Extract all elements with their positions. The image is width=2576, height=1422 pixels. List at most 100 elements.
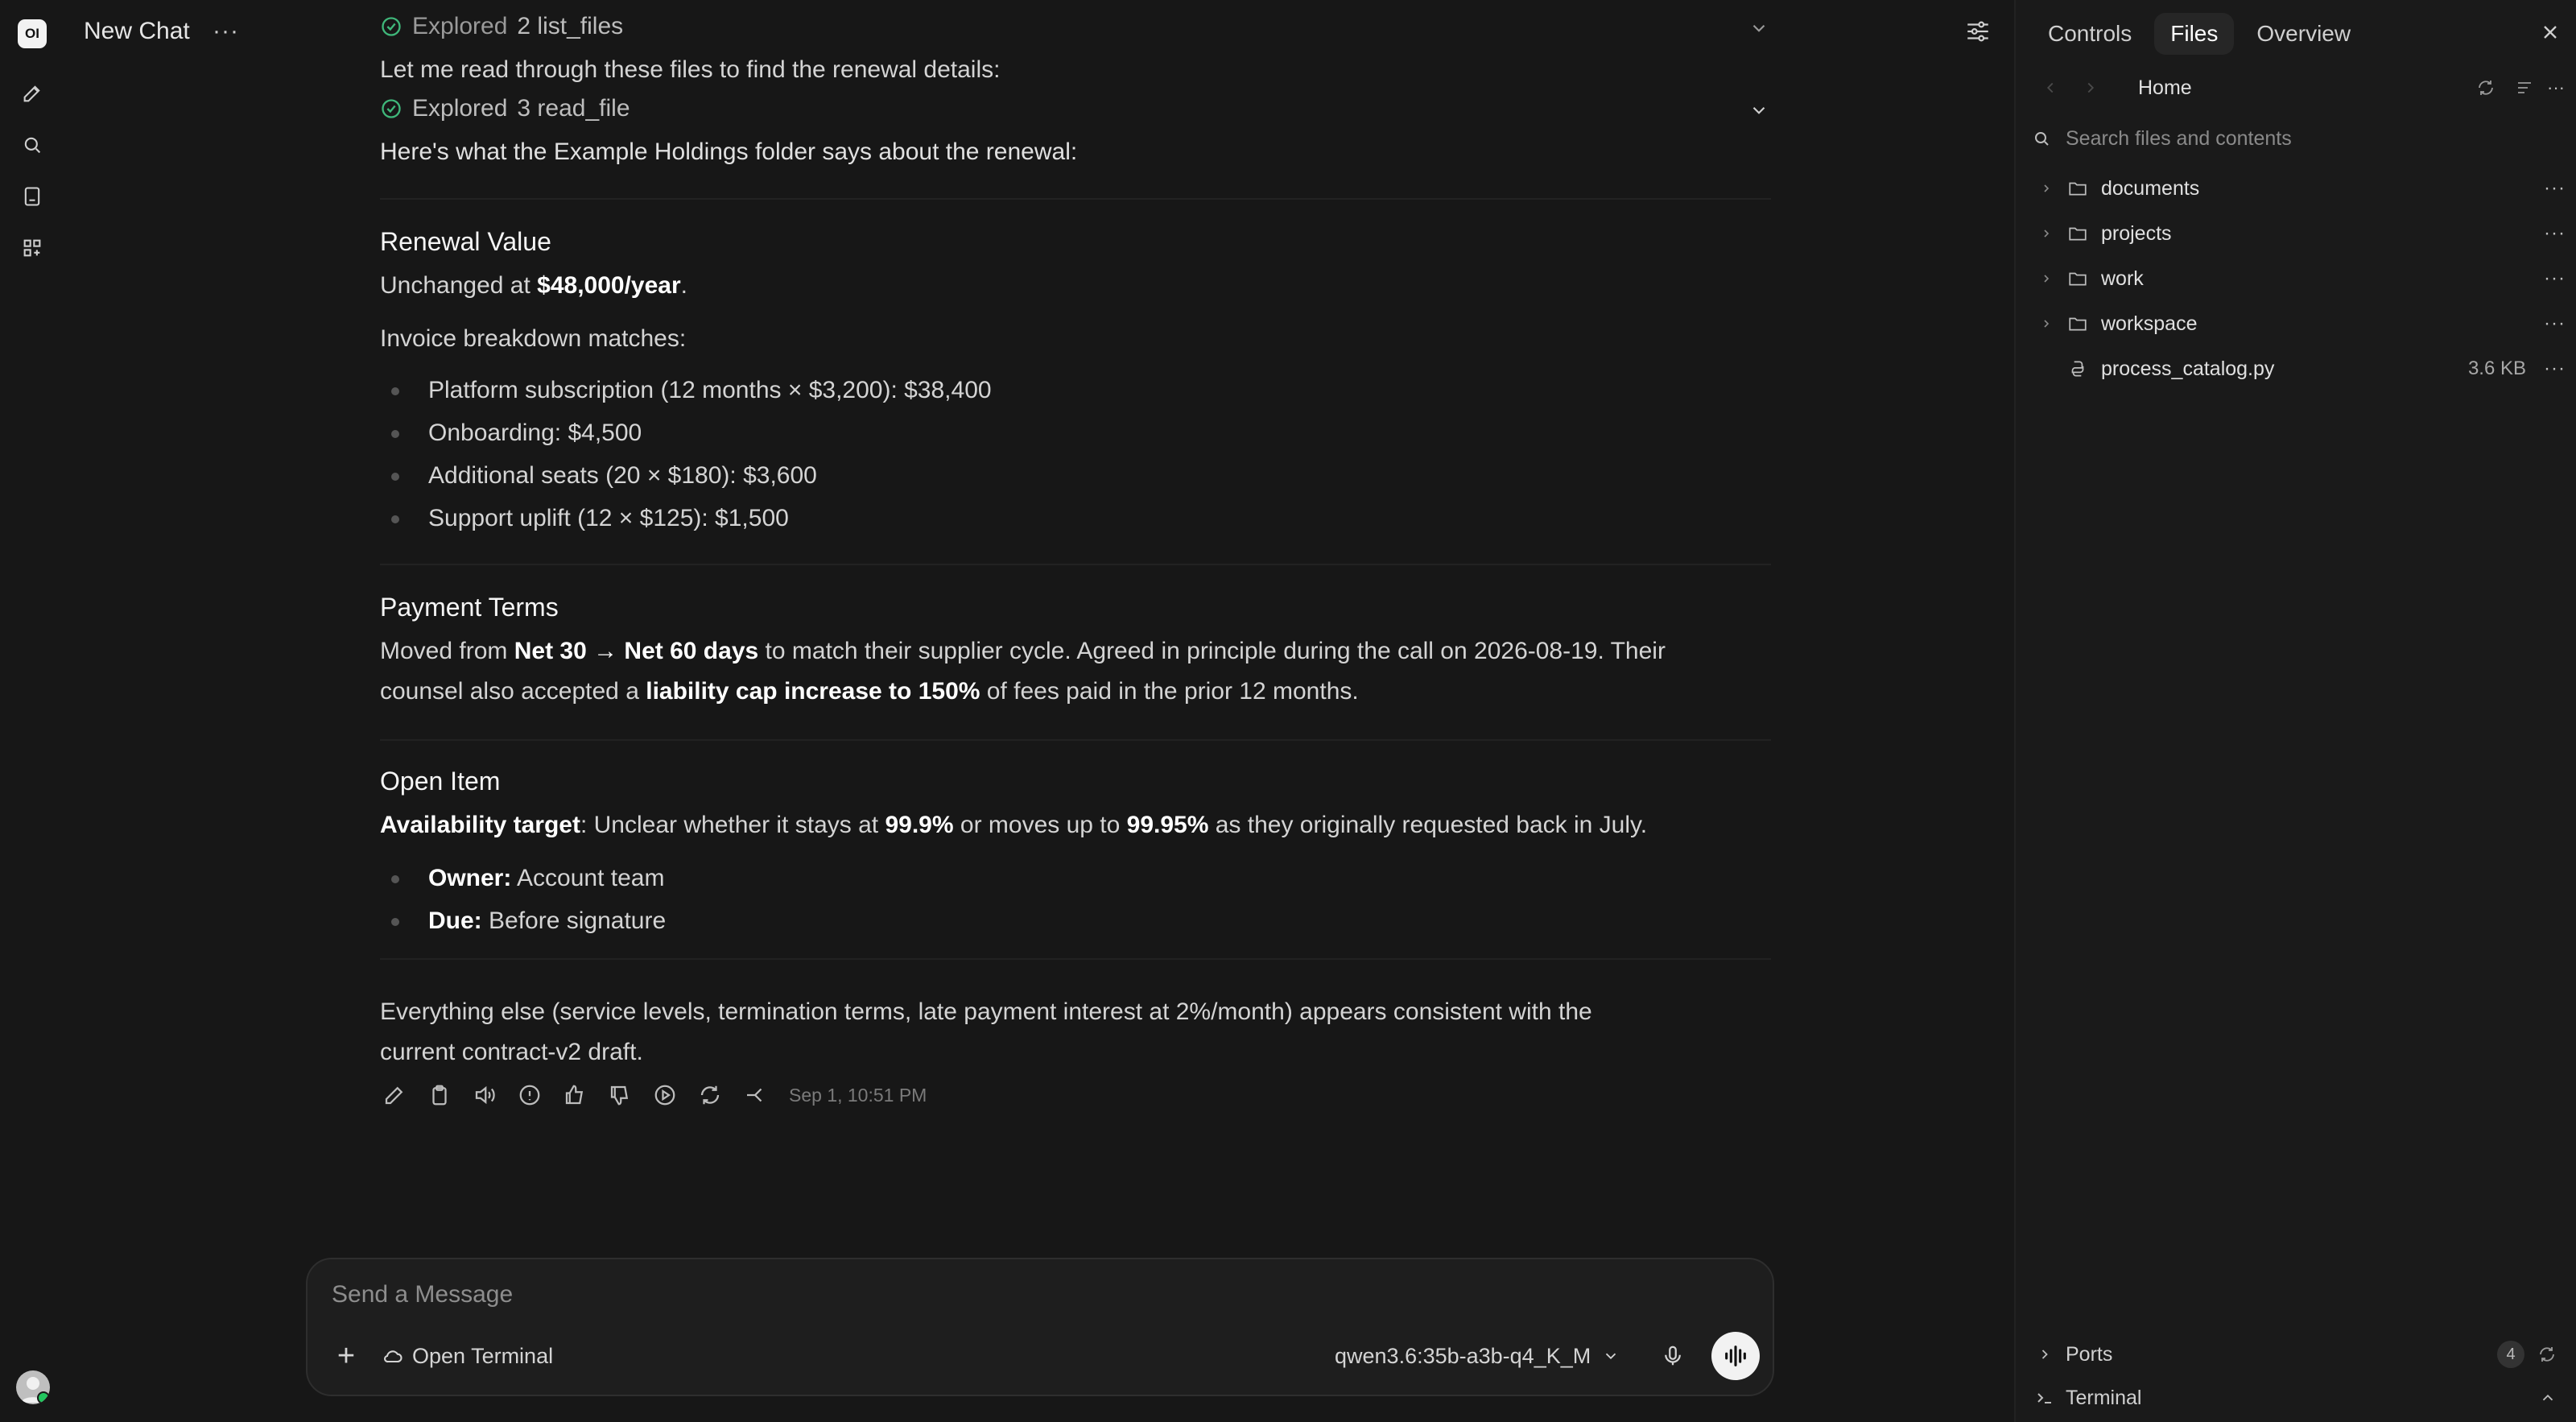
chevron-up-icon[interactable] [2539, 1389, 2557, 1407]
chevron-down-icon[interactable] [1748, 18, 1773, 42]
new-chat-pencil-icon[interactable] [16, 77, 48, 110]
branch-icon[interactable] [741, 1081, 770, 1110]
terminal-label: Terminal [2066, 1386, 2142, 1409]
row-more-icon[interactable]: ··· [2544, 222, 2566, 245]
availability-line: Availability target: Unclear whether it … [380, 805, 1647, 845]
heading-payment-terms: Payment Terms [380, 593, 559, 622]
owner-label: Owner: [428, 865, 512, 891]
tree-item-label: work [2101, 267, 2144, 290]
app-logo[interactable]: OI [18, 19, 47, 48]
check-circle-icon [382, 17, 401, 36]
closing-line-2: current contract-v2 draft. [380, 1039, 643, 1065]
refresh-icon[interactable] [2537, 1345, 2557, 1364]
tool-summary-list-files[interactable]: Explored 2 list_files [380, 13, 623, 40]
sort-lines-icon[interactable] [2515, 78, 2534, 97]
open-terminal-label: Open Terminal [412, 1343, 554, 1368]
message-input[interactable] [330, 1280, 1541, 1309]
list-item: Support uplift (12 × $125): $1,500 [380, 497, 992, 539]
message-intro: Here's what the Example Holdings folder … [380, 138, 1078, 165]
back-chevron-icon[interactable] [2041, 79, 2059, 97]
chevron-right-icon[interactable] [2040, 272, 2053, 285]
renewal-amount: $48,000/year [537, 272, 681, 299]
row-more-icon[interactable]: ··· [2544, 358, 2566, 380]
value: 99.95% [1126, 812, 1209, 838]
explored-prefix: Explored [412, 13, 508, 39]
refresh-icon[interactable] [2476, 78, 2496, 97]
online-status-dot [37, 1391, 50, 1404]
text: or moves up to [953, 812, 1127, 838]
cloud-icon [384, 1350, 402, 1363]
more-options-icon[interactable]: ··· [2547, 77, 2565, 98]
heading-open-item: Open Item [380, 767, 501, 796]
tool-summary-read-file[interactable]: Explored 3 read_file [380, 95, 630, 122]
panel-tabs: Controls Files Overview [2032, 13, 2367, 55]
add-attachment-plus-icon[interactable]: + [330, 1339, 362, 1373]
chat-title: New Chat [84, 18, 190, 44]
user-avatar[interactable] [16, 1370, 50, 1404]
folder-icon [2069, 317, 2087, 331]
row-more-icon[interactable]: ··· [2544, 312, 2566, 335]
thumbs-up-icon[interactable] [560, 1081, 589, 1110]
tree-folder-documents[interactable]: documents ··· [2016, 166, 2576, 211]
chevron-down-icon[interactable] [1748, 100, 1773, 124]
notes-icon[interactable] [16, 180, 48, 213]
tab-files[interactable]: Files [2154, 13, 2235, 55]
workspace-grid-icon[interactable] [16, 232, 48, 264]
edit-pencil-icon[interactable] [380, 1081, 409, 1110]
payment-line-1: Moved from Net 30 → Net 60 days to match… [380, 631, 1666, 672]
thumbs-down-icon[interactable] [605, 1081, 634, 1110]
message-timestamp: Sep 1, 10:51 PM [789, 1084, 927, 1106]
copy-clipboard-icon[interactable] [425, 1081, 454, 1110]
availability-label: Availability target [380, 812, 580, 838]
file-tree: documents ··· projects ··· work ··· work… [2016, 166, 2576, 391]
chevron-right-icon[interactable] [2040, 317, 2053, 330]
chevron-right-icon[interactable] [2040, 227, 2053, 240]
terminal-prompt-icon [2037, 1393, 2051, 1403]
read-aloud-speaker-icon[interactable] [470, 1081, 499, 1110]
message-composer: + Open Terminal qwen3.6:35b-a3b-q4_K_M [306, 1258, 1774, 1396]
forward-chevron-icon[interactable] [2082, 79, 2099, 97]
open-item-list: Owner: Account team Due: Before signatur… [380, 857, 666, 942]
row-more-icon[interactable]: ··· [2544, 177, 2566, 200]
divider [380, 958, 1771, 960]
tab-controls[interactable]: Controls [2032, 13, 2148, 55]
continue-play-icon[interactable] [650, 1081, 679, 1110]
check-circle-icon [382, 99, 401, 118]
ports-section[interactable]: Ports 4 [2032, 1340, 2563, 1369]
closing-line-1: Everything else (service levels, termina… [380, 998, 1592, 1025]
heading-renewal-value: Renewal Value [380, 227, 551, 256]
tree-folder-workspace[interactable]: workspace ··· [2016, 301, 2576, 346]
microphone-icon[interactable] [1657, 1340, 1689, 1372]
terminal-section[interactable]: Terminal [2032, 1383, 2563, 1412]
text: to match their supplier cycle. Agreed in… [758, 638, 1666, 664]
voice-mode-button[interactable] [1711, 1332, 1760, 1380]
tree-item-label: projects [2101, 221, 2172, 245]
list-item: Platform subscription (12 months × $3,20… [380, 369, 992, 411]
text: of fees paid in the prior 12 months. [980, 678, 1359, 705]
search-icon[interactable] [16, 129, 48, 161]
tree-file-process-catalog[interactable]: process_catalog.py 3.6 KB ··· [2016, 346, 2576, 391]
breadcrumb-home[interactable]: Home [2138, 76, 2192, 100]
chevron-right-icon[interactable] [2040, 182, 2053, 195]
breakdown-label: Invoice breakdown matches: [380, 325, 687, 352]
text: Unchanged at [380, 272, 538, 299]
file-nav: Home ··· [2035, 74, 2566, 101]
list-item: Owner: Account team [380, 857, 666, 899]
chevron-right-icon [2041, 1350, 2048, 1359]
text: counsel also accepted a [380, 678, 646, 705]
tree-folder-projects[interactable]: projects ··· [2016, 211, 2576, 256]
model-selector[interactable]: qwen3.6:35b-a3b-q4_K_M [1335, 1340, 1620, 1372]
chat-more-menu[interactable]: ··· [213, 18, 239, 45]
open-terminal-button[interactable]: Open Terminal [382, 1340, 553, 1372]
regenerate-icon[interactable] [696, 1081, 724, 1110]
info-icon[interactable] [515, 1081, 544, 1110]
search-icon [2035, 132, 2049, 146]
explored-detail: 3 read_file [517, 95, 630, 122]
tab-overview[interactable]: Overview [2240, 13, 2367, 55]
close-icon[interactable] [2539, 21, 2563, 45]
row-more-icon[interactable]: ··· [2544, 267, 2566, 290]
message-text: Let me read through these files to find … [380, 56, 1001, 83]
tree-folder-work[interactable]: work ··· [2016, 256, 2576, 301]
chat-controls-sliders-icon[interactable] [1964, 18, 1996, 50]
file-search-input[interactable] [2064, 126, 2550, 151]
